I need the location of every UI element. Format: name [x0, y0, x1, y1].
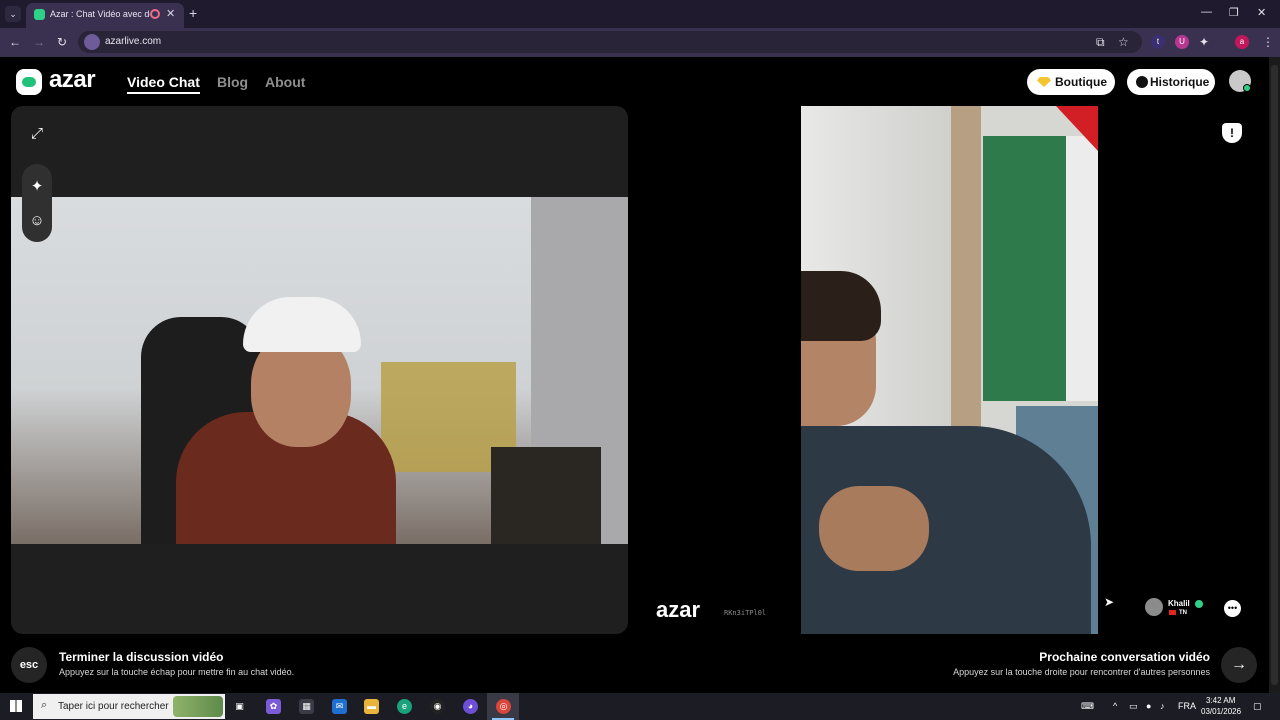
browser-tab[interactable]: Azar : Chat Vidéo avec de n ✕ [26, 3, 184, 28]
minimize-icon[interactable]: — [1201, 6, 1212, 18]
expand-icon[interactable]: ⤢ [22, 119, 52, 149]
end-chat-title: Terminer la discussion vidéo [59, 650, 224, 664]
restore-icon[interactable]: ❐ [1229, 6, 1239, 19]
browser-menu-icon[interactable]: ⋮ [1262, 35, 1274, 49]
clock-icon [1136, 76, 1148, 88]
azar-logo-icon[interactable] [16, 69, 42, 95]
extension-u-icon[interactable]: U [1175, 35, 1189, 49]
mouse-cursor-icon: ➤ [1104, 595, 1115, 609]
gem-icon [1037, 77, 1051, 87]
watermark-id: RKn3iTPl0l [724, 609, 767, 617]
history-button[interactable]: Historique [1127, 69, 1215, 95]
nav-video-chat[interactable]: Video Chat [127, 74, 200, 94]
online-status-dot [1243, 84, 1251, 92]
azar-page: azar Video Chat Blog About Boutique Hist… [0, 57, 1269, 693]
notifications-icon[interactable]: ▢ [1253, 701, 1262, 712]
face-filter-icon[interactable]: ☺ [22, 206, 52, 236]
azar-logo-text[interactable]: azar [49, 66, 96, 94]
microphone-icon[interactable]: ● [1146, 701, 1151, 711]
user-avatar[interactable] [1229, 70, 1251, 92]
history-button-label: Historique [1150, 75, 1210, 89]
shop-button-label: Boutique [1055, 75, 1107, 89]
language-indicator[interactable]: FRA [1178, 701, 1196, 711]
address-bar[interactable]: azarlive.com [78, 31, 1142, 53]
end-chat-button[interactable]: esc [11, 647, 47, 683]
discord-icon[interactable]: ◕ [463, 699, 478, 714]
ai-effects-icon[interactable]: ✦ [22, 172, 52, 202]
tab-search-icon[interactable]: ⌄ [5, 6, 21, 22]
azar-favicon-icon [34, 9, 45, 20]
country-flag-icon [1169, 610, 1176, 615]
new-tab-button[interactable]: + [189, 5, 197, 21]
nav-blog[interactable]: Blog [217, 74, 248, 90]
windows-taskbar: ⌕ Taper ici pour rechercher ▣ ✿ ▦ ✉ ▬ e … [0, 693, 1280, 720]
nav-about[interactable]: About [265, 74, 305, 90]
next-chat-arrow-button[interactable]: → [1221, 647, 1257, 683]
volume-icon[interactable]: ♪ [1160, 701, 1165, 711]
taskbar-time[interactable]: 3:42 AM [1206, 696, 1235, 705]
edge-icon[interactable]: e [397, 699, 412, 714]
window-close-icon[interactable]: ✕ [1257, 6, 1266, 19]
recording-icon[interactable] [150, 9, 160, 19]
profile-icon[interactable]: a [1235, 35, 1249, 49]
next-chat-title: Prochaine conversation vidéo [1039, 650, 1210, 664]
scrollbar-thumb[interactable] [1271, 65, 1278, 685]
mail-icon[interactable]: ✉ [332, 699, 347, 714]
url-text: azarlive.com [105, 36, 162, 47]
taskbar-search-input[interactable]: ⌕ Taper ici pour rechercher [33, 694, 225, 719]
end-chat-description: Appuyez sur la touche échap pour mettre … [59, 667, 295, 677]
browser-tabbar: ⌄ Azar : Chat Vidéo avec de n ✕ + — ❐ ✕ [0, 0, 1280, 28]
chat-bubble-icon[interactable]: ••• [1224, 600, 1241, 617]
windows-start-icon[interactable] [10, 700, 22, 712]
extensions-puzzle-icon[interactable]: ✦ [1199, 35, 1209, 49]
tab-close-icon[interactable]: ✕ [166, 7, 175, 20]
network-icon[interactable]: ▭ [1129, 701, 1138, 712]
obs-icon[interactable]: ◉ [430, 699, 445, 714]
tab-title: Azar : Chat Vidéo avec de n [50, 9, 150, 19]
taskbar-date[interactable]: 03/01/2026 [1201, 707, 1241, 716]
partner-video-feed [801, 106, 1098, 634]
bookmark-star-icon[interactable]: ☆ [1118, 35, 1129, 49]
search-icon: ⌕ [41, 699, 48, 711]
extension-t-icon[interactable]: t [1151, 35, 1165, 49]
azar-watermark: azar [656, 597, 701, 622]
self-camera-feed [11, 197, 628, 544]
shop-button[interactable]: Boutique [1027, 69, 1115, 95]
verified-badge-icon [1195, 600, 1203, 608]
report-shield-icon[interactable]: ! [1222, 123, 1242, 143]
file-explorer-icon[interactable]: ▬ [364, 699, 379, 714]
back-icon[interactable]: ← [9, 35, 21, 49]
partner-country: TN [1179, 610, 1187, 616]
store-icon[interactable]: ▦ [299, 699, 314, 714]
copilot-icon[interactable]: ✿ [266, 699, 281, 714]
next-chat-description: Appuyez sur la touche droite pour rencon… [953, 667, 1210, 677]
keyboard-icon[interactable]: ⌨ [1081, 701, 1094, 712]
forward-icon[interactable]: → [33, 35, 45, 49]
page-scrollbar[interactable] [1269, 57, 1280, 693]
tray-expand-icon[interactable]: ^ [1113, 701, 1117, 711]
partner-avatar[interactable] [1145, 598, 1163, 616]
self-video-panel: ⤢ ✦ ☺ [11, 106, 628, 634]
browser-toolbar: ← → ↻ azarlive.com ⧉ ☆ t U ✦ a ⋮ [0, 28, 1280, 57]
site-info-icon[interactable] [84, 34, 100, 50]
partner-name[interactable]: Khalil [1168, 599, 1190, 608]
task-view-icon[interactable]: ▣ [232, 699, 247, 714]
chrome-icon[interactable]: ◎ [496, 699, 511, 714]
cast-icon[interactable]: ⧉ [1096, 35, 1105, 50]
effects-toolbar: ✦ ☺ [22, 164, 52, 242]
taskbar-search-placeholder: Taper ici pour rechercher [58, 701, 169, 712]
reload-icon[interactable]: ↻ [57, 35, 67, 49]
search-highlight-image [173, 696, 223, 717]
